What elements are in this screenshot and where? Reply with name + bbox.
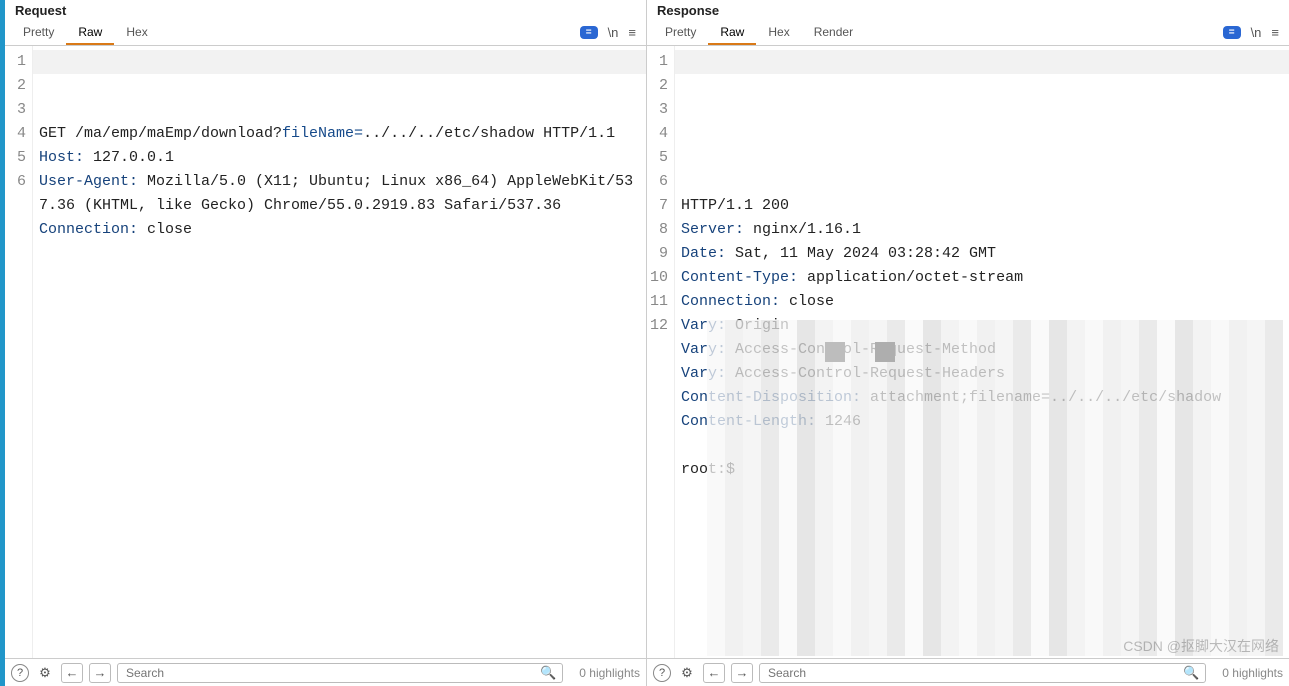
response-line-gutter: 123456789101112 xyxy=(647,46,675,658)
tab-raw[interactable]: Raw xyxy=(708,21,756,45)
show-nonprintable-icon[interactable]: \n xyxy=(1251,25,1262,40)
response-editor[interactable]: 123456789101112 HTTP/1.1 200Server: ngin… xyxy=(647,46,1289,658)
code-line: User-Agent: Mozilla/5.0 (X11; Ubuntu; Li… xyxy=(39,170,640,218)
response-title: Response xyxy=(647,0,1289,20)
request-tabbar: Pretty Raw Hex = \n ≡ xyxy=(5,20,646,46)
tab-raw[interactable]: Raw xyxy=(66,21,114,45)
actions-badge-icon[interactable]: = xyxy=(1223,26,1241,39)
code-line: Server: nginx/1.16.1 xyxy=(681,218,1283,242)
code-line xyxy=(681,434,1283,458)
request-panel: Request Pretty Raw Hex = \n ≡ 123456 GET… xyxy=(5,0,647,686)
code-line: Content-Type: application/octet-stream xyxy=(681,266,1283,290)
gear-icon[interactable]: ⚙ xyxy=(677,663,697,683)
response-search-box[interactable]: 🔍 xyxy=(759,663,1206,683)
tab-render[interactable]: Render xyxy=(802,21,865,45)
code-line: Content-Length: 1246 xyxy=(681,410,1283,434)
tab-hex[interactable]: Hex xyxy=(114,21,159,45)
response-code-area[interactable]: HTTP/1.1 200Server: nginx/1.16.1Date: Sa… xyxy=(675,46,1289,658)
next-match-icon[interactable]: → xyxy=(731,663,753,683)
code-line: Content-Disposition: attachment;filename… xyxy=(681,386,1283,410)
search-icon[interactable]: 🔍 xyxy=(1183,665,1199,681)
request-editor[interactable]: 123456 GET /ma/emp/maEmp/download?fileNa… xyxy=(5,46,646,658)
code-line xyxy=(39,266,640,290)
code-line: root:$ xyxy=(681,458,1283,482)
code-line: Vary: Origin xyxy=(681,314,1283,338)
hamburger-icon[interactable]: ≡ xyxy=(628,25,636,40)
actions-badge-icon[interactable]: = xyxy=(580,26,598,39)
request-bottombar: ? ⚙ ← → 🔍 0 highlights xyxy=(5,658,646,686)
code-line: Connection: close xyxy=(681,290,1283,314)
prev-match-icon[interactable]: ← xyxy=(703,663,725,683)
hamburger-icon[interactable]: ≡ xyxy=(1271,25,1279,40)
code-line: Vary: Access-Control-Request-Method xyxy=(681,338,1283,362)
request-search-input[interactable] xyxy=(124,665,540,681)
help-icon[interactable]: ? xyxy=(11,664,29,682)
tab-pretty[interactable]: Pretty xyxy=(653,21,708,45)
request-title: Request xyxy=(5,0,646,20)
show-nonprintable-icon[interactable]: \n xyxy=(608,25,619,40)
search-icon[interactable]: 🔍 xyxy=(540,665,556,681)
response-bottombar: ? ⚙ ← → 🔍 0 highlights xyxy=(647,658,1289,686)
code-line xyxy=(39,242,640,266)
request-highlight-count: 0 highlights xyxy=(569,666,640,680)
code-line: Host: 127.0.0.1 xyxy=(39,146,640,170)
response-tabbar: Pretty Raw Hex Render = \n ≡ xyxy=(647,20,1289,46)
request-code-area[interactable]: GET /ma/emp/maEmp/download?fileName=../.… xyxy=(33,46,646,658)
code-line: Vary: Access-Control-Request-Headers xyxy=(681,362,1283,386)
gear-icon[interactable]: ⚙ xyxy=(35,663,55,683)
code-line: HTTP/1.1 200 xyxy=(681,194,1283,218)
code-line: Date: Sat, 11 May 2024 03:28:42 GMT xyxy=(681,242,1283,266)
app-root: Request Pretty Raw Hex = \n ≡ 123456 GET… xyxy=(0,0,1289,686)
request-search-box[interactable]: 🔍 xyxy=(117,663,563,683)
next-match-icon[interactable]: → xyxy=(89,663,111,683)
request-line-gutter: 123456 xyxy=(5,46,33,658)
tab-pretty[interactable]: Pretty xyxy=(11,21,66,45)
code-line: Connection: close xyxy=(39,218,640,242)
tab-hex[interactable]: Hex xyxy=(756,21,801,45)
help-icon[interactable]: ? xyxy=(653,664,671,682)
prev-match-icon[interactable]: ← xyxy=(61,663,83,683)
response-panel: Response Pretty Raw Hex Render = \n ≡ 12… xyxy=(647,0,1289,686)
response-highlight-count: 0 highlights xyxy=(1212,666,1283,680)
response-search-input[interactable] xyxy=(766,665,1183,681)
code-line: GET /ma/emp/maEmp/download?fileName=../.… xyxy=(39,122,640,146)
